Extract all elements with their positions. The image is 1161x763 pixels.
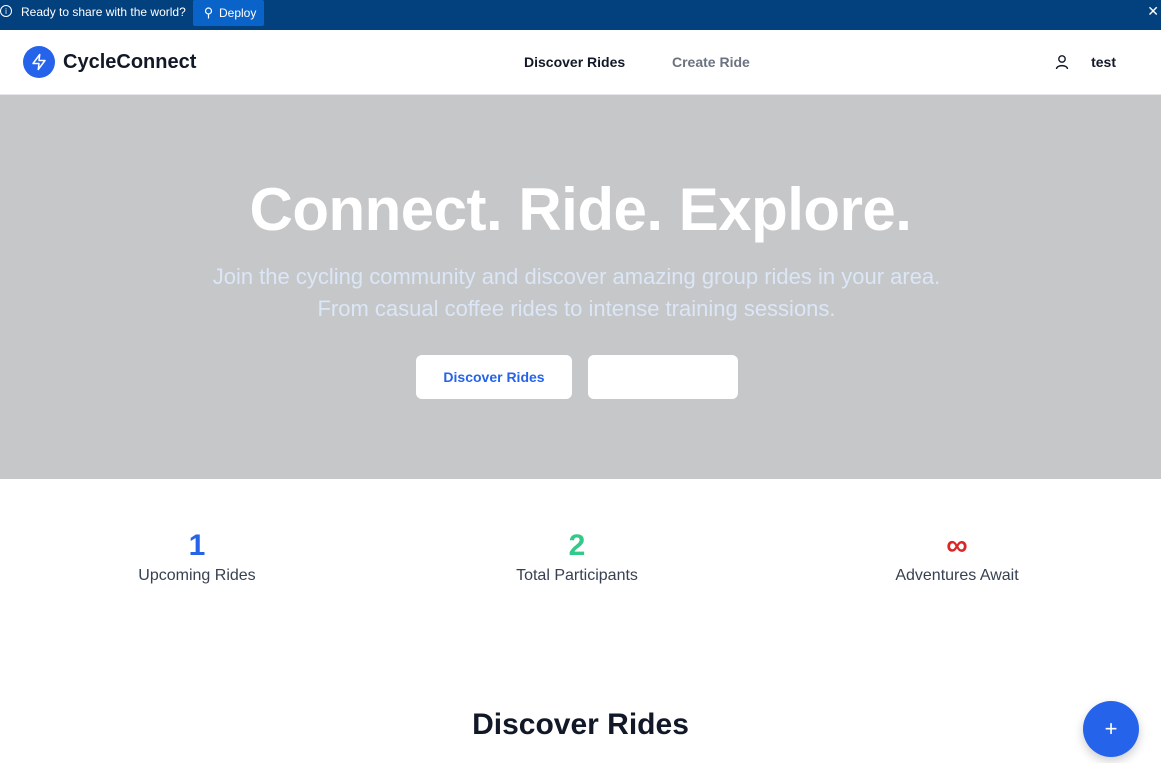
user-menu[interactable]: test — [1055, 54, 1116, 70]
deploy-label: Deploy — [219, 6, 257, 20]
deploy-button[interactable]: Deploy — [193, 0, 264, 26]
stat-upcoming-rides: 1 Upcoming Rides — [77, 528, 317, 585]
lightning-icon — [23, 46, 55, 78]
hero-section: Connect. Ride. Explore. Join the cycling… — [0, 95, 1161, 479]
stat-adventures-await: ∞ Adventures Await — [837, 528, 1077, 585]
user-icon — [1055, 55, 1069, 70]
user-name: test — [1091, 54, 1116, 70]
deploy-icon — [204, 7, 213, 19]
stat-value: ∞ — [946, 529, 968, 562]
nav-create-ride[interactable]: Create Ride — [672, 54, 750, 70]
stat-label: Upcoming Rides — [138, 567, 256, 584]
hero-subtitle: Join the cycling community and discover … — [212, 264, 941, 321]
plus-icon: + — [1104, 716, 1118, 741]
banner-text: Ready to share with the world? — [21, 5, 186, 19]
nav-discover-rides[interactable]: Discover Rides — [524, 54, 625, 70]
top-navbar: CycleConnect Discover Rides Create Ride … — [0, 30, 1161, 95]
stat-value: 2 — [568, 529, 586, 562]
stat-label: Adventures Await — [895, 567, 1019, 584]
hero-title: Connect. Ride. Explore. — [249, 176, 912, 243]
info-icon: i — [0, 5, 12, 17]
close-icon[interactable]: ✕ — [1147, 4, 1159, 18]
stat-value: 1 — [188, 529, 206, 562]
secondary-hero-button[interactable] — [588, 355, 738, 399]
stat-total-participants: 2 Total Participants — [457, 528, 697, 585]
stat-label: Total Participants — [516, 567, 638, 584]
add-ride-button[interactable]: + — [1083, 701, 1139, 757]
deploy-banner: i Ready to share with the world? Deploy … — [0, 0, 1161, 30]
section-title: Discover Rides — [472, 708, 689, 741]
brand-name: CycleConnect — [63, 50, 197, 73]
discover-rides-button[interactable]: Discover Rides — [416, 355, 572, 399]
brand-logo[interactable]: CycleConnect — [23, 46, 196, 78]
